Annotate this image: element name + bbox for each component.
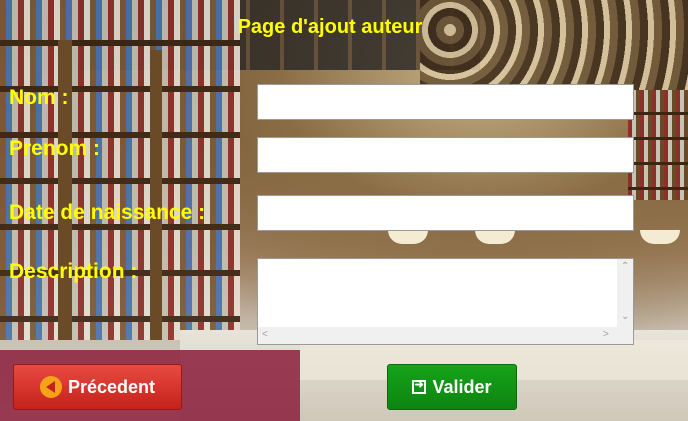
ornate-ceiling (420, 0, 688, 90)
scroll-up-icon[interactable]: ⌃ (621, 261, 629, 272)
description-area: ⌃ ⌄ < > (257, 258, 634, 345)
scroll-right-icon[interactable]: > (603, 329, 609, 340)
validate-button[interactable]: Valider (387, 364, 517, 410)
scrollbar-corner (617, 327, 633, 344)
lamp (475, 230, 515, 244)
vertical-scrollbar[interactable]: ⌃ ⌄ (617, 259, 633, 327)
date-naissance-label: Date de naissance : (9, 201, 206, 224)
validate-button-label: Valider (432, 376, 492, 397)
scroll-down-icon[interactable]: ⌄ (621, 311, 629, 322)
nom-label: Nom : (9, 86, 69, 109)
scroll-left-icon[interactable]: < (262, 329, 268, 340)
enter-icon (412, 378, 427, 394)
description-label: Description : (9, 260, 138, 283)
prenom-input[interactable] (257, 137, 634, 173)
horizontal-scrollbar[interactable]: < > (258, 327, 618, 344)
lamp (388, 230, 428, 244)
date-naissance-input[interactable] (257, 195, 634, 231)
previous-button-label: Précedent (67, 376, 156, 397)
previous-button[interactable]: Précedent (13, 364, 182, 410)
page-title: Page d'ajout auteur (237, 16, 423, 38)
shelf-frame (150, 50, 162, 340)
back-arrow-icon (39, 376, 62, 398)
prenom-label: Prenom : (9, 137, 101, 160)
bookshelf-left (0, 0, 240, 340)
description-textarea[interactable] (258, 259, 618, 327)
shelf-frame (58, 40, 72, 340)
lamp (640, 230, 680, 244)
nom-input[interactable] (257, 84, 634, 120)
bookshelf-right (628, 90, 688, 200)
